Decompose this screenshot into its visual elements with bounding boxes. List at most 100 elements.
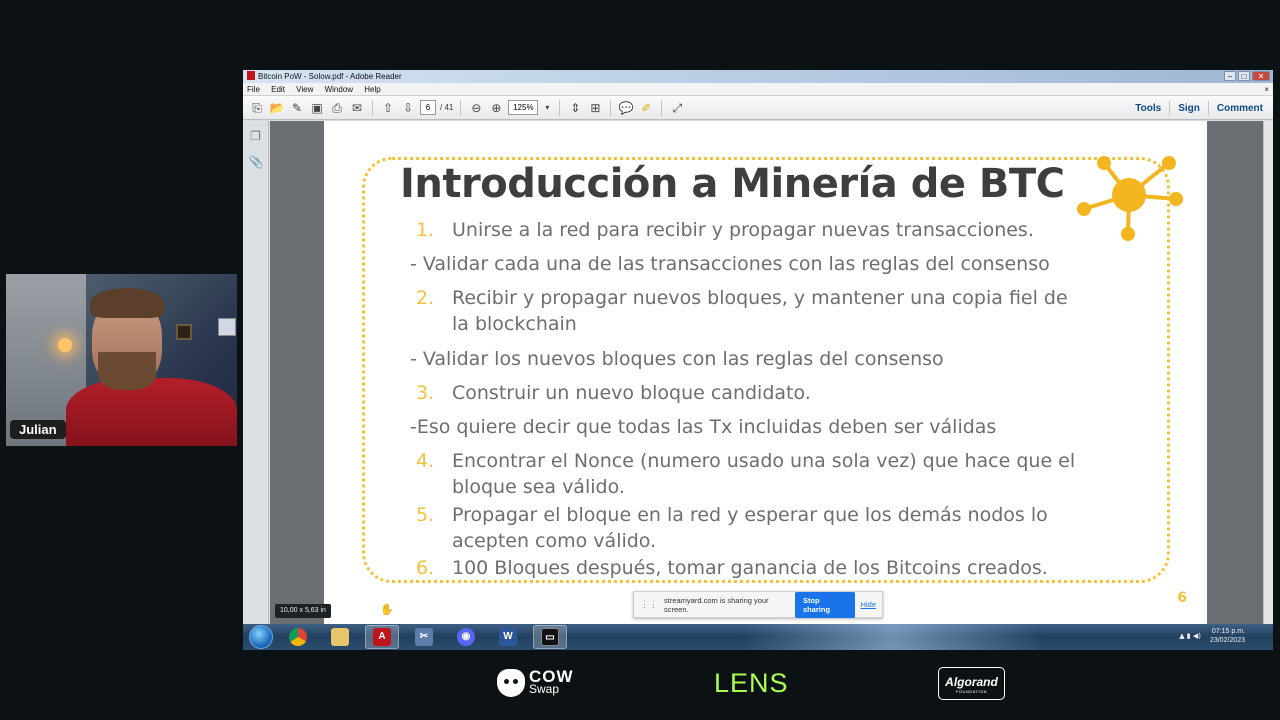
window-controls: – □ ✕ xyxy=(1224,71,1270,81)
toolbar-divider xyxy=(1207,101,1209,115)
highlight-icon[interactable]: ✐ xyxy=(638,100,654,116)
taskbar-explorer[interactable] xyxy=(323,625,357,649)
cow-swap-wordmark: COW Swap xyxy=(529,668,574,695)
webcam-name-label: Julian xyxy=(10,420,66,439)
slide-sub-item: -Eso quiere decir que todas las Tx inclu… xyxy=(410,416,997,438)
slide-list-item-4-continued: bloque sea válido. xyxy=(452,476,625,498)
window-title: Bitcoin PoW - Solow.pdf - Adobe Reader xyxy=(258,72,402,81)
algorand-sub: FOUNDATION xyxy=(955,689,988,694)
discord-icon: ◉ xyxy=(457,628,475,646)
tools-button[interactable]: Tools xyxy=(1131,103,1165,114)
webcam-person-body xyxy=(66,378,237,446)
menu-view[interactable]: View xyxy=(296,85,313,94)
slide-sub-item: - Validar los nuevos bloques con las reg… xyxy=(410,348,944,370)
pdf-app-icon xyxy=(247,71,255,80)
pdf-page: Introducción a Minería de BTC 1. Unirse … xyxy=(324,121,1207,624)
webcam-lamp xyxy=(58,338,72,352)
system-tray-icons[interactable]: ▲ ▮ ◀) xyxy=(1179,632,1201,640)
toolbar-separator xyxy=(372,99,373,116)
vertical-scrollbar[interactable] xyxy=(1263,121,1273,624)
menu-file[interactable]: File xyxy=(247,85,260,94)
sign-button[interactable]: Sign xyxy=(1174,103,1204,114)
slide-list-item-3: 3. Construir un nuevo bloque candidato. xyxy=(416,382,811,404)
algorand-foundation-logo: Algorand FOUNDATION xyxy=(938,667,1005,700)
fit-width-icon[interactable]: ⊞ xyxy=(587,100,603,116)
toolbar-separator xyxy=(610,99,612,116)
minimize-button[interactable]: – xyxy=(1224,71,1236,81)
toolbar-right-tools: Tools Sign Comment xyxy=(1131,96,1267,120)
previous-page-icon[interactable]: ⇧ xyxy=(380,100,396,116)
slide-sub-item: - Validar cada una de las transacciones … xyxy=(410,253,1050,275)
taskbar-chrome[interactable] xyxy=(281,625,315,649)
zoom-dropdown-icon[interactable]: ▾ xyxy=(542,100,552,116)
menu-help[interactable]: Help xyxy=(364,85,380,94)
page-thumbnails-icon[interactable]: ❐ xyxy=(249,129,263,143)
edit-icon[interactable]: ✎ xyxy=(289,100,305,116)
word-icon: W xyxy=(499,628,517,646)
screen-share-bar: ⋮⋮ streamyard.com is sharing your screen… xyxy=(633,591,883,618)
folder-icon xyxy=(331,628,349,646)
hide-share-bar-link[interactable]: Hide xyxy=(861,600,876,609)
print-icon[interactable]: ⎙ xyxy=(329,100,345,116)
navigation-pane: ❐ 📎 xyxy=(243,121,269,624)
page-total: / 41 xyxy=(440,103,454,112)
close-window-button[interactable]: ✕ xyxy=(1252,71,1270,81)
email-icon[interactable]: ✉ xyxy=(349,100,365,116)
chrome-icon xyxy=(289,628,307,646)
zoom-level-input[interactable]: 125% xyxy=(508,100,539,115)
taskbar-highlight xyxy=(743,624,1043,650)
zoom-out-icon[interactable]: ⊖ xyxy=(468,100,484,116)
slide-list-item-4: 4. Encontrar el Nonce (numero usado una s… xyxy=(416,450,1076,472)
cow-icon xyxy=(497,669,525,697)
taskbar-snipping-tool[interactable]: ✂ xyxy=(407,625,441,649)
taskbar-terminal[interactable]: ▭ xyxy=(533,625,567,649)
comment-button[interactable]: Comment xyxy=(1213,103,1267,114)
snipping-icon: ✂ xyxy=(415,628,433,646)
menu-edit[interactable]: Edit xyxy=(271,85,285,94)
toolbar-separator xyxy=(460,99,462,116)
menu-window[interactable]: Window xyxy=(325,85,353,94)
start-button[interactable] xyxy=(249,625,273,649)
toolbar-divider xyxy=(1169,101,1171,115)
slide-list-item-5-continued: acepten como válido. xyxy=(452,530,657,552)
zoom-in-icon[interactable]: ⊕ xyxy=(488,100,504,116)
toolbar-separator xyxy=(661,99,663,116)
taskbar-adobe-reader[interactable]: A xyxy=(365,625,399,649)
network-hub-icon xyxy=(1077,156,1183,241)
taskbar-discord[interactable]: ◉ xyxy=(449,625,483,649)
comment-icon[interactable]: 💬 xyxy=(618,100,634,116)
slide-page-number: 6 xyxy=(1177,590,1187,606)
clock-time: 07:15 p.m. xyxy=(1211,628,1245,635)
slide-list-item-2-continued: la blockchain xyxy=(452,313,577,335)
algorand-main: Algorand xyxy=(945,675,998,689)
maximize-button[interactable]: □ xyxy=(1238,71,1250,81)
webcam-wall-frame xyxy=(176,324,192,340)
webcam-wall-picture xyxy=(218,318,236,336)
toolbar: ⎘ 📂 ✎ ▣ ⎙ ✉ ⇧ ⇩ 6 / 41 ⊖ ⊕ 125% ▾ ⇕ ⊞ 💬 … xyxy=(243,96,1273,120)
window-titlebar: Bitcoin PoW - Solow.pdf - Adobe Reader –… xyxy=(243,70,1273,83)
create-pdf-icon[interactable]: ⎘ xyxy=(249,100,265,116)
page-number-input[interactable]: 6 xyxy=(420,100,436,115)
fit-page-icon[interactable]: ⇕ xyxy=(567,100,583,116)
stop-sharing-button[interactable]: Stop sharing xyxy=(794,591,855,618)
toolbar-separator xyxy=(559,99,561,116)
taskbar-clock[interactable]: 07:15 p.m. 23/02/2023 xyxy=(1210,627,1245,645)
sponsor-logos: COW Swap LENS Algorand FOUNDATION xyxy=(0,660,1280,710)
document-canvas[interactable]: Introducción a Minería de BTC 1. Unirse … xyxy=(270,121,1263,624)
webcam-person-beard xyxy=(98,352,156,390)
close-document-button[interactable]: × xyxy=(1264,83,1269,96)
adobe-reader-icon: A xyxy=(373,628,391,646)
attachments-icon[interactable]: 📎 xyxy=(249,155,264,169)
next-page-icon[interactable]: ⇩ xyxy=(400,100,416,116)
save-icon[interactable]: ▣ xyxy=(309,100,325,116)
drag-handle-icon[interactable]: ⋮⋮ xyxy=(640,599,658,610)
open-file-icon[interactable]: 📂 xyxy=(269,100,285,116)
slide-title: Introducción a Minería de BTC xyxy=(394,161,1071,207)
slide-list-item-6: 6. 100 Bloques después, tomar ganancia de… xyxy=(416,557,1048,579)
taskbar-word[interactable]: W xyxy=(491,625,525,649)
share-message: streamyard.com is sharing your screen. xyxy=(664,595,769,614)
expand-icon[interactable]: ⤢ xyxy=(669,100,685,116)
menu-bar: File Edit View Window Help × xyxy=(243,83,1273,96)
cow-swap-logo: COW Swap xyxy=(497,668,574,697)
slide-list-item-5: 5. Propagar el bloque en la red y esperar… xyxy=(416,504,1048,526)
